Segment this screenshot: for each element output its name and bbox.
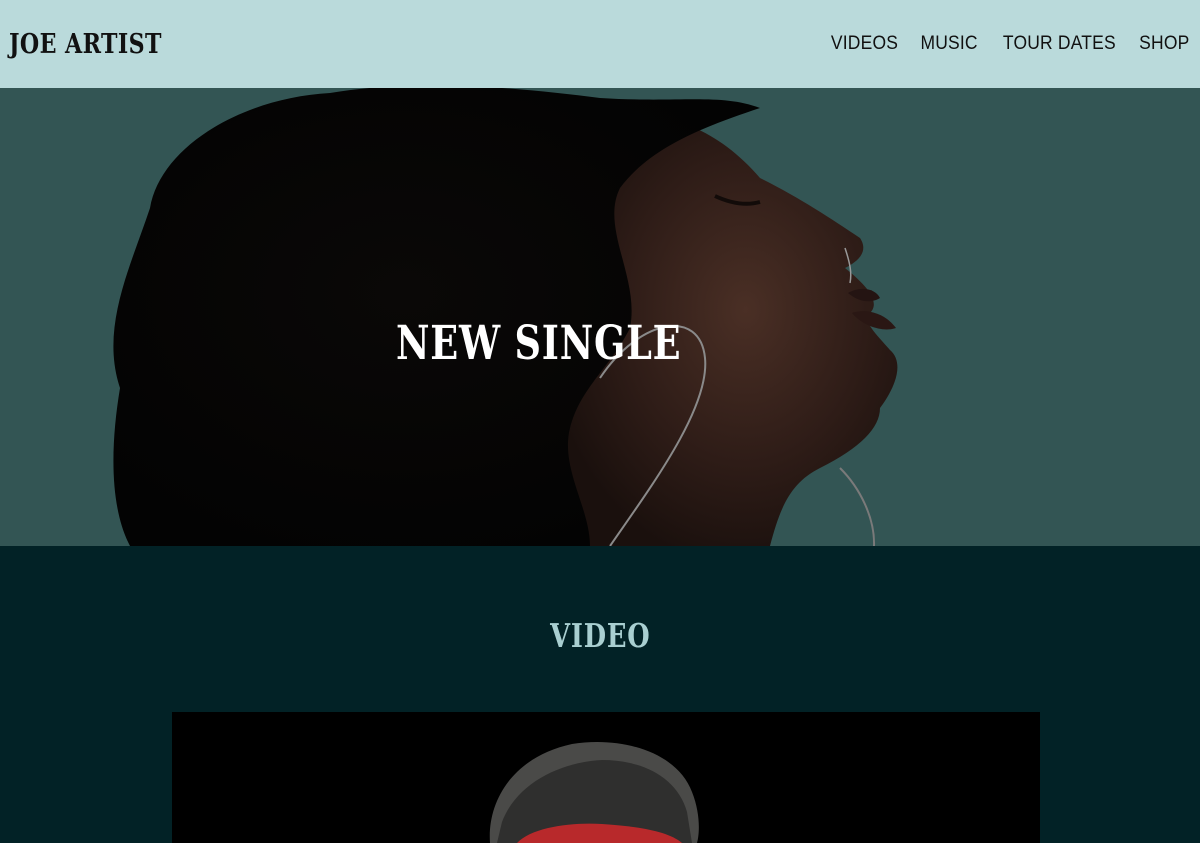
- site-header: JOE ARTIST VIDEOS MUSIC TOUR DATES SHOP: [0, 0, 1200, 88]
- main-nav: VIDEOS MUSIC TOUR DATES SHOP: [828, 33, 1192, 55]
- nav-videos[interactable]: VIDEOS: [831, 33, 898, 55]
- video-section-heading: VIDEO: [549, 616, 651, 655]
- nav-music[interactable]: MUSIC: [921, 33, 978, 55]
- video-section: VIDEO: [0, 546, 1200, 843]
- hero-banner: NEW SINGLE: [0, 88, 1200, 546]
- video-player[interactable]: [172, 712, 1040, 843]
- hero-title: NEW SINGLE: [396, 316, 682, 371]
- nav-tour-dates[interactable]: TOUR DATES: [1003, 33, 1116, 55]
- video-thumbnail: [489, 742, 699, 843]
- site-logo[interactable]: JOE ARTIST: [9, 29, 162, 60]
- nav-shop[interactable]: SHOP: [1140, 33, 1190, 55]
